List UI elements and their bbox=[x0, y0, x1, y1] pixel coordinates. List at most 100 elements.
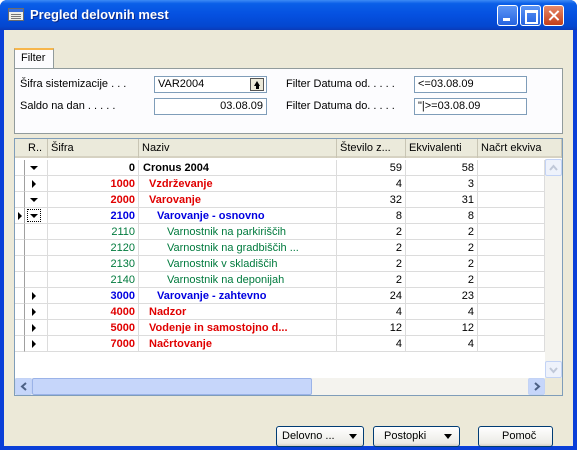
cell-ekvivalenti[interactable]: 2 bbox=[406, 240, 478, 256]
cell-nacrt[interactable] bbox=[478, 160, 545, 176]
cell-stevilo[interactable]: 4 bbox=[337, 304, 406, 320]
cell-naziv[interactable]: Vodenje in samostojno d... bbox=[139, 320, 337, 336]
cell-stevilo[interactable]: 12 bbox=[337, 320, 406, 336]
row-selector[interactable] bbox=[15, 304, 25, 320]
cell-naziv[interactable]: Varovanje - zahtevno bbox=[139, 288, 337, 304]
cell-sifra[interactable]: 2140 bbox=[48, 272, 139, 288]
row-toggle[interactable] bbox=[25, 304, 48, 320]
cell-nacrt[interactable] bbox=[478, 304, 545, 320]
row-toggle[interactable] bbox=[25, 192, 48, 208]
row-toggle[interactable] bbox=[25, 160, 48, 176]
row-selector[interactable] bbox=[15, 192, 25, 208]
cell-stevilo[interactable]: 2 bbox=[337, 224, 406, 240]
cell-stevilo[interactable]: 4 bbox=[337, 176, 406, 192]
cell-sifra[interactable]: 2000 bbox=[48, 192, 139, 208]
table-row[interactable]: 1000 Vzdrževanje 4 3 bbox=[15, 176, 562, 192]
datum-do-field[interactable]: "|>=03.08.09 bbox=[414, 98, 527, 115]
cell-ekvivalenti[interactable]: 31 bbox=[406, 192, 478, 208]
datum-od-field[interactable]: <=03.08.09 bbox=[414, 76, 527, 93]
header-r[interactable]: R.. bbox=[25, 139, 48, 158]
row-selector[interactable] bbox=[15, 176, 25, 192]
row-selector[interactable] bbox=[15, 160, 25, 176]
cell-sifra[interactable]: 2130 bbox=[48, 256, 139, 272]
scroll-right-button[interactable] bbox=[528, 378, 545, 395]
cell-stevilo[interactable]: 2 bbox=[337, 240, 406, 256]
cell-sifra[interactable]: 4000 bbox=[48, 304, 139, 320]
cell-nacrt[interactable] bbox=[478, 256, 545, 272]
vertical-scrollbar[interactable] bbox=[545, 159, 562, 378]
header-stevilo[interactable]: Število z... bbox=[337, 139, 406, 158]
table-row[interactable]: 2000 Varovanje 32 31 bbox=[15, 192, 562, 208]
row-toggle[interactable] bbox=[25, 288, 48, 304]
row-selector[interactable] bbox=[15, 256, 25, 272]
cell-naziv[interactable]: Varovanje bbox=[139, 192, 337, 208]
saldo-field[interactable]: 03.08.09 bbox=[154, 98, 267, 115]
cell-stevilo[interactable]: 4 bbox=[337, 336, 406, 352]
scroll-down-button[interactable] bbox=[545, 361, 562, 378]
cell-nacrt[interactable] bbox=[478, 240, 545, 256]
cell-stevilo[interactable]: 59 bbox=[337, 160, 406, 176]
minimize-button[interactable] bbox=[497, 5, 518, 26]
cell-sifra[interactable]: 7000 bbox=[48, 336, 139, 352]
cell-nacrt[interactable] bbox=[478, 176, 545, 192]
cell-stevilo[interactable]: 2 bbox=[337, 256, 406, 272]
cell-ekvivalenti[interactable]: 4 bbox=[406, 304, 478, 320]
cell-sifra[interactable]: 0 bbox=[48, 160, 139, 176]
table-row[interactable]: 2100 Varovanje - osnovno 8 8 bbox=[15, 208, 562, 224]
postopki-button[interactable]: Postopki bbox=[373, 426, 460, 447]
cell-sifra[interactable]: 2100 bbox=[48, 208, 139, 224]
scroll-left-button[interactable] bbox=[15, 378, 32, 395]
pomoc-button[interactable]: Pomoč bbox=[478, 426, 553, 447]
cell-nacrt[interactable] bbox=[478, 192, 545, 208]
cell-stevilo[interactable]: 24 bbox=[337, 288, 406, 304]
cell-stevilo[interactable]: 2 bbox=[337, 272, 406, 288]
table-row[interactable]: 2140 Varnostnik na deponijah 2 2 bbox=[15, 272, 562, 288]
header-naziv[interactable]: Naziv bbox=[139, 139, 337, 158]
row-toggle[interactable] bbox=[25, 208, 48, 224]
row-selector[interactable] bbox=[15, 224, 25, 240]
row-toggle[interactable] bbox=[25, 256, 48, 272]
title-bar[interactable]: Pregled delovnih mest bbox=[0, 0, 577, 30]
row-selector[interactable] bbox=[15, 240, 25, 256]
cell-sifra[interactable]: 1000 bbox=[48, 176, 139, 192]
tab-filter[interactable]: Filter bbox=[14, 48, 54, 68]
row-selector[interactable] bbox=[15, 320, 25, 336]
cell-naziv[interactable]: Načrtovanje bbox=[139, 336, 337, 352]
cell-ekvivalenti[interactable]: 23 bbox=[406, 288, 478, 304]
header-nacrt[interactable]: Načrt ekviva bbox=[478, 139, 562, 158]
row-selector[interactable] bbox=[15, 288, 25, 304]
scroll-up-button[interactable] bbox=[545, 159, 562, 176]
cell-nacrt[interactable] bbox=[478, 336, 545, 352]
cell-ekvivalenti[interactable]: 8 bbox=[406, 208, 478, 224]
cell-naziv[interactable]: Varovanje - osnovno bbox=[139, 208, 337, 224]
cell-naziv[interactable]: Nadzor bbox=[139, 304, 337, 320]
cell-ekvivalenti[interactable]: 3 bbox=[406, 176, 478, 192]
row-toggle[interactable] bbox=[25, 240, 48, 256]
lookup-icon[interactable] bbox=[250, 78, 264, 91]
header-sifra[interactable]: Šifra bbox=[48, 139, 139, 158]
cell-nacrt[interactable] bbox=[478, 208, 545, 224]
horizontal-scrollbar[interactable] bbox=[15, 378, 545, 395]
header-ekvivalenti[interactable]: Ekvivalenti bbox=[406, 139, 478, 158]
row-toggle[interactable] bbox=[25, 336, 48, 352]
row-selector[interactable] bbox=[15, 272, 25, 288]
cell-nacrt[interactable] bbox=[478, 272, 545, 288]
cell-sifra[interactable]: 3000 bbox=[48, 288, 139, 304]
cell-naziv[interactable]: Varnostnik na parkiriščih bbox=[139, 224, 337, 240]
table-row[interactable]: 3000 Varovanje - zahtevno 24 23 bbox=[15, 288, 562, 304]
table-row[interactable]: 2110 Varnostnik na parkiriščih 2 2 bbox=[15, 224, 562, 240]
cell-nacrt[interactable] bbox=[478, 320, 545, 336]
cell-naziv[interactable]: Varnostnik na deponijah bbox=[139, 272, 337, 288]
cell-nacrt[interactable] bbox=[478, 288, 545, 304]
cell-nacrt[interactable] bbox=[478, 224, 545, 240]
sifra-field[interactable]: VAR2004 bbox=[154, 76, 267, 93]
row-toggle[interactable] bbox=[25, 224, 48, 240]
cell-naziv[interactable]: Varnostnik v skladiščih bbox=[139, 256, 337, 272]
cell-stevilo[interactable]: 8 bbox=[337, 208, 406, 224]
table-row[interactable]: 7000 Načrtovanje 4 4 bbox=[15, 336, 562, 352]
cell-ekvivalenti[interactable]: 2 bbox=[406, 272, 478, 288]
cell-naziv[interactable]: Varnostnik na gradbiščih ... bbox=[139, 240, 337, 256]
table-row[interactable]: 4000 Nadzor 4 4 bbox=[15, 304, 562, 320]
table-row[interactable]: 5000 Vodenje in samostojno d... 12 12 bbox=[15, 320, 562, 336]
cell-naziv[interactable]: Cronus 2004 bbox=[139, 160, 337, 176]
